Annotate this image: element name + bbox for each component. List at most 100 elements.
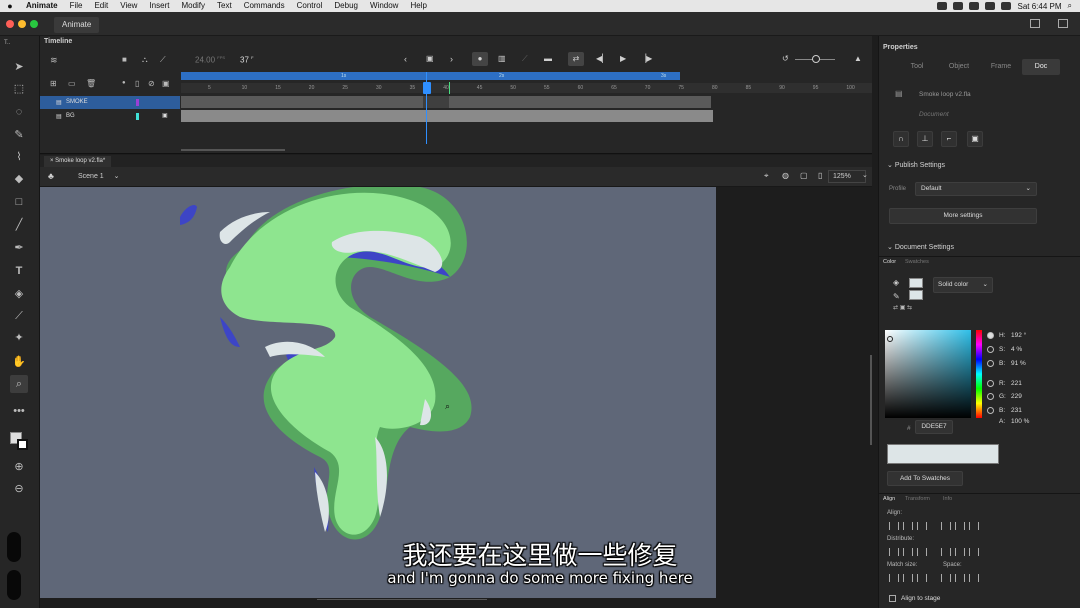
align-option-icon[interactable] xyxy=(955,548,965,556)
current-frame[interactable]: 37 xyxy=(240,56,249,65)
alpha-value[interactable]: 100 % xyxy=(1011,418,1029,425)
rectangle-icon[interactable]: □ xyxy=(10,193,28,211)
highlight-icon[interactable]: ● xyxy=(122,80,126,86)
zoom-window-button[interactable] xyxy=(30,20,38,28)
fill-type-dropdown[interactable]: Solid color ⌄ xyxy=(933,277,993,293)
align-option-icon[interactable] xyxy=(969,522,979,530)
layer-parenting-icon[interactable]: ⛬ xyxy=(142,55,148,65)
new-folder-icon[interactable]: ▭ xyxy=(68,79,76,88)
smoke-highlight-shape[interactable] xyxy=(315,472,329,532)
more-settings-button[interactable]: More settings xyxy=(889,208,1037,224)
insert-keyframe-icon[interactable]: ▣ xyxy=(426,54,434,63)
frames-grid[interactable]: 1s 2s 3s 5 10 15 20 25 30 35 40 45 50 55 60 65 70 75 80… xyxy=(181,72,872,144)
clip-icon[interactable]: ◍ xyxy=(782,171,789,180)
align-option-icon[interactable] xyxy=(889,548,899,556)
prev-keyframe-icon[interactable]: ‹ xyxy=(404,54,407,64)
delete-layer-icon[interactable]: 🗑 xyxy=(86,79,96,88)
lasso-icon[interactable]: ◌ xyxy=(10,103,28,121)
menu-file[interactable]: File xyxy=(64,0,89,12)
span-bar[interactable] xyxy=(181,72,680,80)
selection-icon[interactable]: ➤ xyxy=(10,58,28,76)
chevron-down-icon[interactable]: ⌄ xyxy=(862,171,868,179)
edit-multiple-icon[interactable]: ▥ xyxy=(498,54,506,63)
pencil-icon[interactable]: ✎ xyxy=(10,126,28,144)
align-option-icon[interactable] xyxy=(941,548,951,556)
motion-tween-icon[interactable]: ▬ xyxy=(544,54,552,63)
document-tab[interactable]: × Smoke loop v2.fla* xyxy=(44,156,112,167)
status-icon[interactable] xyxy=(969,2,980,10)
onion-skin-icon[interactable]: ● xyxy=(472,52,488,66)
hex-input[interactable]: DDE5E7 xyxy=(915,420,953,434)
tab-object[interactable]: Object xyxy=(941,59,977,75)
align-option-icon[interactable] xyxy=(889,574,899,582)
align-to-stage-checkbox[interactable] xyxy=(889,595,896,602)
align-option-icon[interactable] xyxy=(903,522,913,530)
stroke-swatch[interactable] xyxy=(909,278,923,288)
eraser-icon[interactable]: ◆ xyxy=(10,170,28,188)
layer-name[interactable]: BG xyxy=(66,113,75,119)
fill-swatch[interactable] xyxy=(909,290,923,300)
layers-icon[interactable]: ≋ xyxy=(50,55,58,66)
blue-value[interactable]: 231 xyxy=(1011,407,1022,414)
tween-icon[interactable]: ⟋ xyxy=(522,54,528,64)
menu-control[interactable]: Control xyxy=(291,0,329,12)
play-icon[interactable]: ▶ xyxy=(620,54,626,63)
align-option-icon[interactable] xyxy=(903,574,913,582)
document-settings-header[interactable]: ⌄ Document Settings xyxy=(887,243,954,251)
hand-icon[interactable]: ✋ xyxy=(10,353,28,371)
workspace-tab[interactable]: Animate xyxy=(54,17,100,33)
timeline-scrollbar[interactable] xyxy=(181,149,285,151)
align-option-icon[interactable] xyxy=(941,574,951,582)
status-icon[interactable] xyxy=(953,2,964,10)
pencil-icon[interactable]: ✎ xyxy=(893,292,900,301)
menu-modify[interactable]: Modify xyxy=(175,0,211,12)
apple-icon[interactable]: ● xyxy=(0,1,20,11)
fps-value[interactable]: 24.00 xyxy=(195,56,215,65)
add-to-swatches-button[interactable]: Add To Swatches xyxy=(887,471,963,486)
tab-align[interactable]: Align xyxy=(883,496,895,502)
line-icon[interactable]: ╱ xyxy=(10,216,28,234)
zoom-in-icon[interactable]: ⊕ xyxy=(10,458,28,476)
radio-r[interactable] xyxy=(987,380,994,387)
radio-blue[interactable] xyxy=(987,407,994,414)
align-option-icon[interactable] xyxy=(969,574,979,582)
profile-dropdown[interactable]: Default ⌄ xyxy=(915,182,1037,196)
close-window-button[interactable] xyxy=(6,20,14,28)
align-option-icon[interactable] xyxy=(917,548,927,556)
status-icon[interactable] xyxy=(937,2,948,10)
snap-icon[interactable]: ⌖ xyxy=(764,171,769,181)
lock-icon[interactable]: ▣ xyxy=(162,110,168,123)
color-saturation-field[interactable] xyxy=(885,330,971,418)
layer-name[interactable]: SMOKE xyxy=(66,99,88,105)
green-value[interactable]: 229 xyxy=(1011,393,1022,400)
tab-transform[interactable]: Transform xyxy=(905,496,930,502)
corner-icon[interactable]: ⌐ xyxy=(941,131,957,147)
layer-color-indicator[interactable] xyxy=(136,99,139,106)
brush-icon[interactable]: ⌇ xyxy=(10,148,28,166)
color-picker-handle[interactable] xyxy=(887,336,893,342)
mountain-icon[interactable]: ▲ xyxy=(854,54,862,63)
sync-icon[interactable] xyxy=(1058,19,1068,28)
tab-color[interactable]: Color xyxy=(883,259,896,265)
menu-help[interactable]: Help xyxy=(404,0,432,12)
radio-h[interactable] xyxy=(987,332,994,339)
align-option-icon[interactable] xyxy=(969,548,979,556)
text-icon[interactable]: T xyxy=(10,262,28,280)
menu-view[interactable]: View xyxy=(114,0,143,12)
wifi-icon[interactable] xyxy=(985,2,996,10)
menu-app-name[interactable]: Animate xyxy=(20,0,64,12)
brightness-value[interactable]: 91 % xyxy=(1011,360,1026,367)
camera-icon[interactable]: ■ xyxy=(122,55,127,64)
clock[interactable]: Sat 6:44 PM xyxy=(1017,2,1061,11)
fit-icon[interactable]: ▯ xyxy=(818,171,822,180)
menu-debug[interactable]: Debug xyxy=(328,0,364,12)
outline-icon[interactable]: ▯ xyxy=(135,79,139,88)
align-option-icon[interactable] xyxy=(917,574,927,582)
panel-layout-icon[interactable] xyxy=(1030,19,1040,28)
menu-window[interactable]: Window xyxy=(364,0,404,12)
radio-g[interactable] xyxy=(987,393,994,400)
pin-icon[interactable]: ✦ xyxy=(10,329,28,347)
menu-commands[interactable]: Commands xyxy=(238,0,291,12)
fill-color-swatch[interactable] xyxy=(17,439,28,450)
tab-frame[interactable]: Frame xyxy=(983,59,1019,75)
